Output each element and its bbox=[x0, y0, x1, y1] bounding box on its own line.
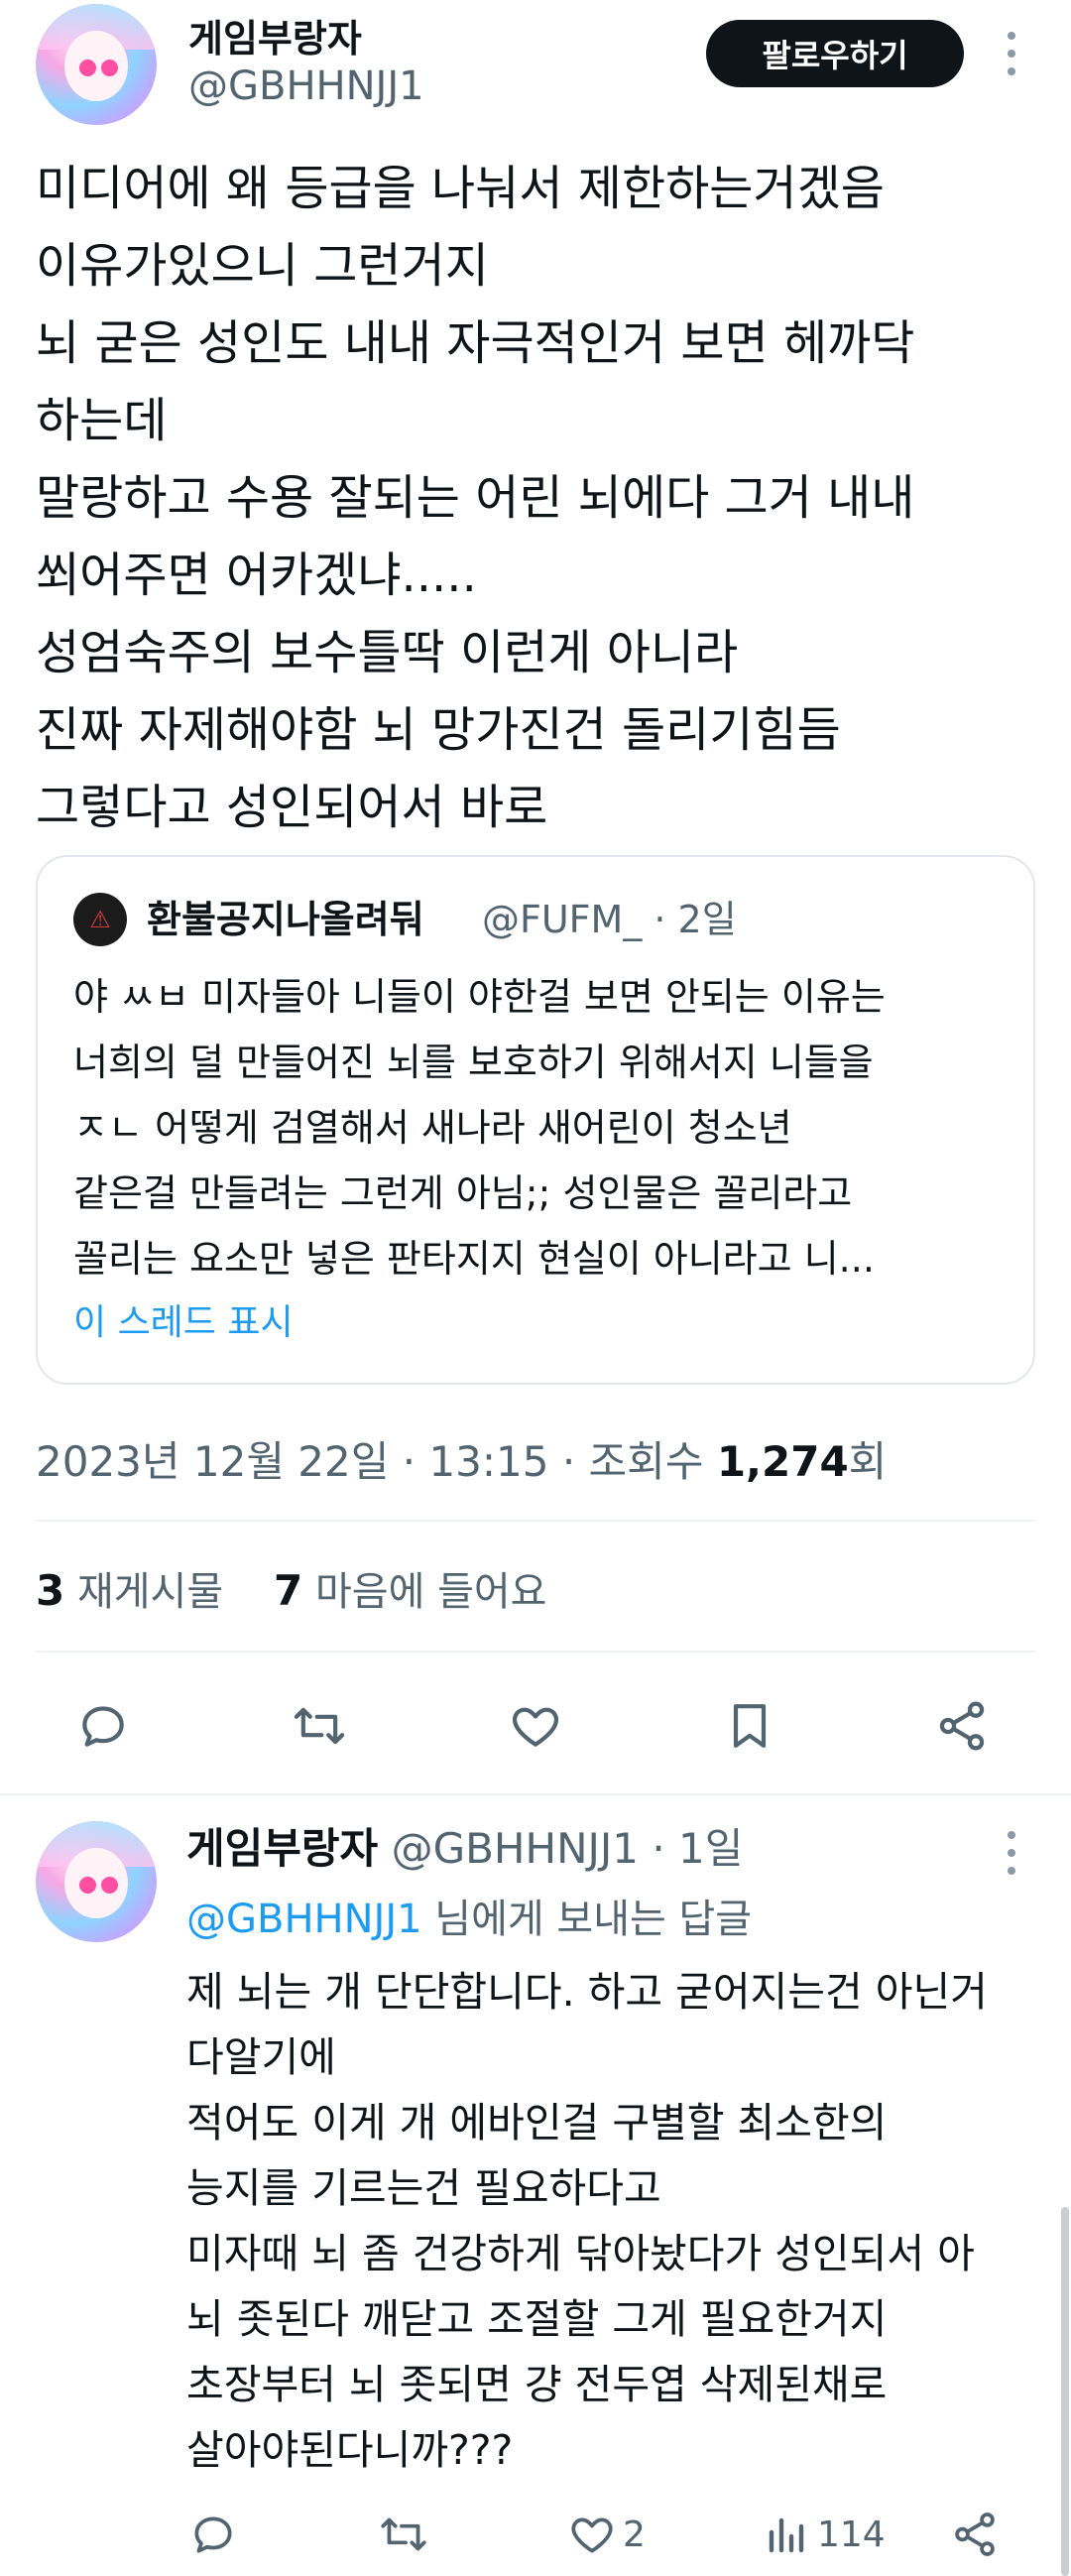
quote-author-avatar: ⚠ bbox=[73, 893, 127, 946]
reply-line: 제 뇌는 개 단단합니다. 하고 굳어지는건 아닌거 bbox=[186, 1968, 988, 2016]
quote-line: 같은걸 만들려는 그런게 아님;; 성인물은 꼴리라고 bbox=[73, 1171, 853, 1215]
author-name[interactable]: 게임부랑자 bbox=[188, 8, 362, 62]
quoted-tweet-card[interactable]: ⚠ 환불공지나올려둬 @FUFM_ · 2일 야 ㅆㅂ 미자들아 니들이 야한걸… bbox=[36, 855, 1035, 1385]
quote-author-handle: @FUFM_ · 2일 bbox=[482, 898, 737, 941]
share-button[interactable] bbox=[934, 1698, 990, 1754]
view-suffix: 회 bbox=[848, 1437, 888, 1486]
reply-icon bbox=[194, 2516, 232, 2553]
reply-line: 미자때 뇌 좀 건강하게 닦아놨다가 성인되서 아 bbox=[186, 2230, 975, 2277]
like-count: 7 bbox=[274, 1566, 303, 1615]
reply-repost-button[interactable] bbox=[377, 2510, 430, 2559]
bookmark-icon bbox=[733, 1704, 767, 1748]
replying-to: @GBHHNJJ1 님에게 보내는 답글 bbox=[186, 1887, 752, 1944]
heart-icon bbox=[571, 2517, 613, 2553]
quote-line: ㅈㄴ 어떻게 검열해서 새나라 새어린이 청소년 bbox=[73, 1106, 792, 1150]
reply-button[interactable] bbox=[75, 1698, 131, 1754]
author-avatar[interactable] bbox=[36, 4, 157, 125]
reply-like-count: 2 bbox=[623, 2514, 646, 2555]
reply-to-suffix: 님에게 보내는 답글 bbox=[421, 1897, 753, 1942]
reply-header: 게임부랑자 @GBHHNJJ1 · 1일 bbox=[186, 1815, 743, 1876]
reply-line: 다알기에 bbox=[186, 2033, 336, 2081]
reply-line: 적어도 이게 개 에바인걸 구별할 최소한의 bbox=[186, 2099, 888, 2147]
reply-to-mention[interactable]: @GBHHNJJ1 bbox=[186, 1897, 422, 1942]
like-stat[interactable]: 7 마음에 들어요 bbox=[274, 1566, 547, 1615]
reply-more-options-icon[interactable] bbox=[1002, 1831, 1021, 1875]
retweet-count: 3 bbox=[36, 1566, 65, 1615]
reply-views-button[interactable]: 114 bbox=[762, 2510, 886, 2559]
reply-reply-button[interactable] bbox=[188, 2510, 238, 2559]
tweet-line: 하는데 bbox=[36, 393, 168, 448]
repost-icon bbox=[381, 2517, 426, 2551]
reply-line: 초장부터 뇌 좃되면 걍 전두엽 삭제된채로 bbox=[186, 2361, 888, 2408]
share-icon bbox=[955, 2513, 995, 2556]
quote-line: 꼴리는 요소만 넣은 판타지지 현실이 아니라고 니... bbox=[73, 1237, 875, 1281]
tweet-line: 미디어에 왜 등급을 나눠서 제한하는거겠음 bbox=[36, 161, 885, 216]
tweet-datetime: 2023년 12월 22일 · 13:15 · 조회수 bbox=[36, 1437, 717, 1486]
tweet-line: 말랑하고 수용 잘되는 어린 뇌에다 그거 내내 bbox=[36, 470, 915, 526]
tweet-line: 그렇다고 성인되어서 바로 bbox=[36, 780, 548, 835]
retweet-label: 재게시물 bbox=[76, 1569, 224, 1615]
heart-icon bbox=[512, 1707, 559, 1747]
reply-line: 능지를 기르는건 필요하다고 bbox=[186, 2164, 661, 2212]
repost-button[interactable] bbox=[290, 1698, 349, 1754]
like-label: 마음에 들어요 bbox=[314, 1569, 547, 1615]
author-handle[interactable]: @GBHHNJJ1 bbox=[188, 63, 424, 109]
reply-icon bbox=[82, 1706, 124, 1747]
reply-author-handle[interactable]: @GBHHNJJ1 · 1일 bbox=[392, 1824, 744, 1873]
tweet-line: 뇌 굳은 성인도 내내 자극적인거 보면 헤까닥 bbox=[36, 315, 915, 371]
divider bbox=[36, 1520, 1035, 1522]
retweet-stat[interactable]: 3 재게시물 bbox=[36, 1566, 224, 1615]
show-thread-link[interactable]: 이 스레드 표시 bbox=[73, 1293, 294, 1345]
reply-line: 뇌 좃된다 깨닫고 조절할 그게 필요한거지 bbox=[186, 2295, 888, 2343]
like-button[interactable] bbox=[508, 1698, 563, 1754]
divider bbox=[36, 1651, 1035, 1653]
reply-author-name[interactable]: 게임부랑자 bbox=[186, 1824, 378, 1873]
follow-button[interactable]: 팔로우하기 bbox=[706, 20, 964, 87]
tweet-line: 이유가있으니 그런거지 bbox=[36, 238, 489, 294]
views-icon bbox=[769, 2517, 804, 2553]
tweet-line: 성엄숙주의 보수틀딱 이런게 아니라 bbox=[36, 625, 739, 680]
tweet-line: 쐬어주면 어카겠냐..... bbox=[36, 548, 477, 603]
divider bbox=[0, 1793, 1071, 1795]
reply-like-button[interactable]: 2 bbox=[567, 2510, 646, 2559]
tweet-meta: 2023년 12월 22일 · 13:15 · 조회수 1,274회 bbox=[36, 1428, 887, 1489]
scrollbar[interactable] bbox=[1061, 2207, 1069, 2576]
bookmark-button[interactable] bbox=[722, 1698, 777, 1754]
repost-icon bbox=[294, 1707, 345, 1745]
quote-line: 야 ㅆㅂ 미자들아 니들이 야한걸 보면 안되는 이유는 bbox=[73, 975, 886, 1019]
reply-line: 살아야된다니까??? bbox=[186, 2426, 514, 2474]
reply-share-button[interactable] bbox=[950, 2510, 1000, 2559]
more-options-icon[interactable] bbox=[1002, 32, 1021, 75]
reply-author-avatar[interactable] bbox=[36, 1821, 157, 1942]
share-icon bbox=[939, 1701, 985, 1751]
quote-author-name: 환불공지나올려둬 bbox=[147, 898, 424, 941]
tweet-stats: 3 재게시물 7 마음에 들어요 bbox=[36, 1559, 546, 1617]
reply-view-count: 114 bbox=[817, 2514, 886, 2555]
view-count: 1,274 bbox=[716, 1437, 849, 1486]
tweet-line: 진짜 자제해야함 뇌 망가진건 돌리기힘듬 bbox=[36, 702, 841, 758]
quote-line: 너희의 덜 만들어진 뇌를 보호하기 위해서지 니들을 bbox=[73, 1041, 874, 1084]
